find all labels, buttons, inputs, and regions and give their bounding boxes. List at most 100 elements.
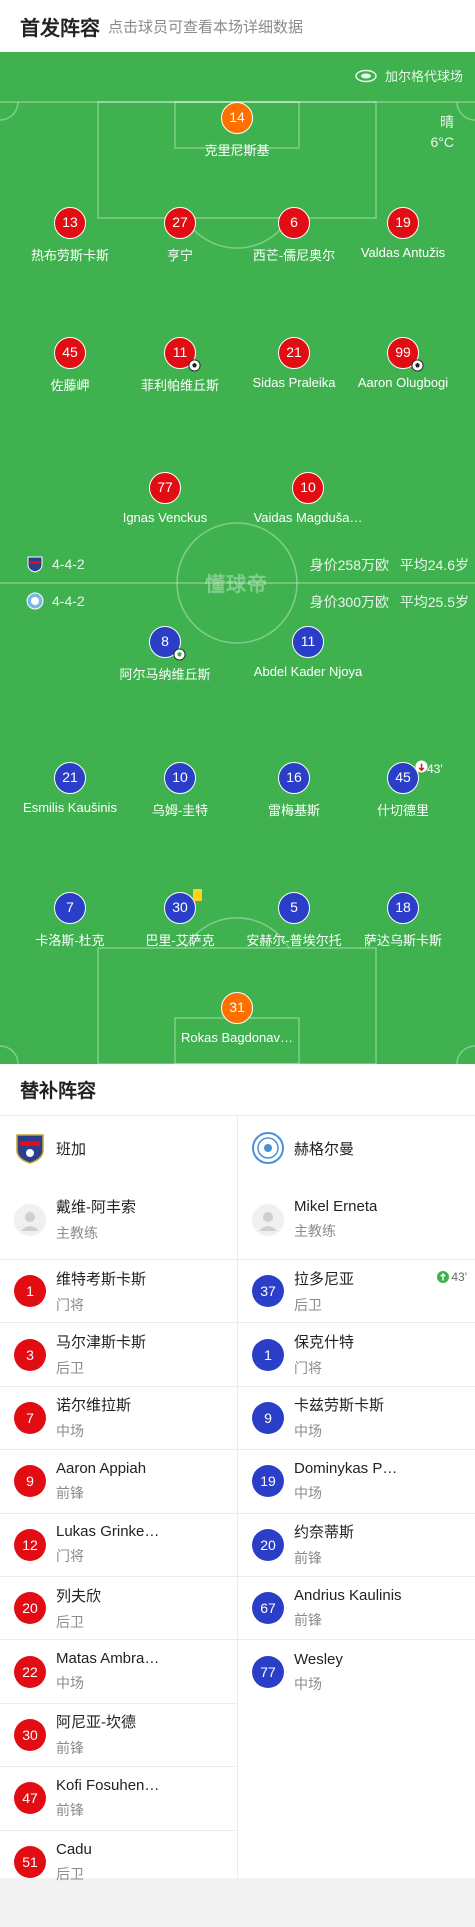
home-sub-row[interactable]: 12 Lukas Grinke… 门将 xyxy=(0,1514,237,1577)
away-coach[interactable]: Mikel Erneta 主教练 xyxy=(238,1180,475,1260)
coach-role: 主教练 xyxy=(56,1225,98,1241)
pitch-player-away[interactable]: 7 卡洛斯-杜克 xyxy=(10,892,130,949)
sub-number: 1 xyxy=(252,1338,284,1371)
sub-position: 中场 xyxy=(294,1484,322,1501)
away-sub-row[interactable]: 1 保克什特 门将 xyxy=(238,1323,475,1387)
sub-number: 7 xyxy=(14,1401,46,1434)
pitch-player-away[interactable]: 10 乌姆-圭特 xyxy=(120,762,240,819)
sub-position: 中场 xyxy=(56,1675,84,1692)
pitch-player-away[interactable]: 30 巴里-艾萨克 xyxy=(120,889,240,949)
pitch-player-away[interactable]: 5 安赫尔-普埃尔托 xyxy=(234,892,354,949)
sub-name: Aaron Appiah xyxy=(56,1459,147,1477)
sub-name: Cadu xyxy=(56,1840,92,1858)
sub-name: Matas Ambra… xyxy=(56,1650,160,1668)
pitch-player-home[interactable]: 21 Sidas Praleika xyxy=(234,337,354,390)
sub-position: 后卫 xyxy=(56,1865,84,1882)
player-name: Abdel Kader Njoya xyxy=(253,664,363,679)
home-bench: 班加 戴维-阿丰索 主教练 1 维特考斯卡斯 门将 3 马尔津斯卡斯 后卫 7 诺尔… xyxy=(0,1116,237,1894)
player-name: 什切德里 xyxy=(376,803,429,818)
sub-position: 后卫 xyxy=(294,1296,322,1313)
home-squad-value: 身价258万欧 xyxy=(309,557,389,573)
home-sub-row[interactable]: 51 Cadu 后卫 xyxy=(0,1831,237,1894)
player-number-badge: 11 xyxy=(164,337,201,372)
away-sub-row[interactable]: 77 Wesley 中场 xyxy=(238,1640,475,1703)
home-sub-row[interactable]: 47 Kofi Fosuhen… 前锋 xyxy=(0,1767,237,1831)
player-number: 18 xyxy=(387,892,419,924)
home-sub-row[interactable]: 3 马尔津斯卡斯 后卫 xyxy=(0,1323,237,1387)
sub-number: 37 xyxy=(252,1275,284,1308)
sub-name: 诺尔维拉斯 xyxy=(56,1397,132,1415)
pitch-player-home[interactable]: 10 Vaidas Magduša… xyxy=(248,472,368,525)
player-name: 亨宁 xyxy=(166,248,193,263)
player-name: 乌姆-圭特 xyxy=(151,803,209,818)
home-sub-row[interactable]: 22 Matas Ambra… 中场 xyxy=(0,1640,237,1704)
player-name: Aaron Olugbogi xyxy=(357,375,449,390)
sub-name: 阿尼亚-坎德 xyxy=(56,1714,136,1732)
sub-name: 保克什特 xyxy=(294,1334,355,1352)
player-name: 巴里-艾萨克 xyxy=(145,933,215,948)
player-number: 6 xyxy=(278,207,310,239)
away-team-header[interactable]: 赫格尔曼 xyxy=(238,1116,475,1180)
sub-name: 拉多尼亚 xyxy=(294,1270,355,1288)
sub-position: 门将 xyxy=(56,1296,84,1313)
pitch-player-away[interactable]: 21 Esmilis Kaušinis xyxy=(10,762,130,815)
player-number: 77 xyxy=(149,472,181,504)
away-sub-row[interactable]: 9 卡兹劳斯卡斯 中场 xyxy=(238,1387,475,1451)
home-team-badge-icon xyxy=(27,556,43,573)
home-sub-row[interactable]: 7 诺尔维拉斯 中场 xyxy=(0,1387,237,1451)
home-coach[interactable]: 戴维-阿丰索 主教练 xyxy=(0,1180,237,1260)
pitch-player-away[interactable]: 45 43' 什切德里 xyxy=(343,760,463,819)
pitch-player-home[interactable]: 99 Aaron Olugbogi xyxy=(343,337,463,390)
player-number: 13 xyxy=(54,207,86,239)
coach-avatar-icon xyxy=(14,1203,46,1236)
pitch-player-home[interactable]: 19 Valdas Antužis xyxy=(343,207,463,260)
player-number: 45 xyxy=(395,769,411,785)
pitch-player-away[interactable]: 16 雷梅基斯 xyxy=(234,762,354,819)
player-name: 菲利帕维丘斯 xyxy=(140,378,219,393)
pitch-player-home[interactable]: 77 Ignas Venckus xyxy=(105,472,225,525)
away-sub-row[interactable]: 67 Andrius Kaulinis 前锋 xyxy=(238,1577,475,1641)
player-number: 14 xyxy=(221,102,253,134)
sub-position: 前锋 xyxy=(56,1740,84,1757)
home-team-header[interactable]: 班加 xyxy=(0,1116,237,1180)
sub-name: 马尔津斯卡斯 xyxy=(56,1334,147,1352)
sub-number: 9 xyxy=(14,1465,46,1498)
sub-on-icon xyxy=(437,1271,450,1283)
home-sub-row[interactable]: 30 阿尼亚-坎德 前锋 xyxy=(0,1704,237,1768)
sub-position: 中场 xyxy=(294,1675,322,1692)
player-name: Esmilis Kaušinis xyxy=(23,800,117,815)
away-sub-row[interactable]: 19 Dominykas P… 中场 xyxy=(238,1450,475,1514)
away-sub-row[interactable]: 37 拉多尼亚 后卫 43' xyxy=(238,1260,475,1324)
pitch-player-away[interactable]: 11 Abdel Kader Njoya xyxy=(248,626,368,679)
pitch-player-home[interactable]: 45 佐藤岬 xyxy=(10,337,130,394)
home-team-name: 班加 xyxy=(56,1140,87,1158)
goal-ball-icon xyxy=(188,359,201,372)
player-number: 5 xyxy=(278,892,310,924)
player-number: 99 xyxy=(395,344,411,360)
pitch-player-home[interactable]: 6 西芒-儒尼奥尔 xyxy=(234,207,354,264)
sub-position: 前锋 xyxy=(56,1801,84,1818)
pitch-player-away[interactable]: 8 阿尔马纳维丘斯 xyxy=(105,626,225,683)
pitch-player-home[interactable]: 13 热布劳斯卡斯 xyxy=(10,207,130,264)
home-sub-row[interactable]: 9 Aaron Appiah 前锋 xyxy=(0,1450,237,1514)
sub-position: 前锋 xyxy=(56,1484,84,1501)
pitch-player-home-gk[interactable]: 14 克里尼斯基 xyxy=(177,102,297,159)
away-bench: 赫格尔曼 Mikel Erneta 主教练 37 拉多尼亚 后卫 43' 1 保… xyxy=(238,1116,475,1704)
home-sub-row[interactable]: 1 维特考斯卡斯 门将 xyxy=(0,1260,237,1324)
player-name: Rokas Bagdonav… xyxy=(180,1030,293,1045)
pitch-player-home[interactable]: 27 亨宁 xyxy=(120,207,240,264)
pitch-player-home[interactable]: 11 菲利帕维丘斯 xyxy=(120,337,240,394)
coach-name: Mikel Erneta xyxy=(294,1198,378,1215)
bench-title: 替补阵容 xyxy=(0,1064,475,1116)
sub-position: 前锋 xyxy=(294,1550,322,1567)
coach-name: 戴维-阿丰索 xyxy=(56,1199,136,1216)
player-name: 佐藤岬 xyxy=(50,378,90,393)
home-formation: 4-4-2 xyxy=(52,556,85,572)
sub-position: 后卫 xyxy=(56,1360,84,1377)
away-sub-row[interactable]: 20 约奈蒂斯 前锋 xyxy=(238,1514,475,1577)
player-number: 19 xyxy=(387,207,419,239)
pitch-player-away-gk[interactable]: 31 Rokas Bagdonav… xyxy=(177,992,297,1045)
home-sub-row[interactable]: 20 列夫欣 后卫 xyxy=(0,1577,237,1641)
pitch-player-away[interactable]: 18 萨达乌斯卡斯 xyxy=(343,892,463,949)
sub-number: 1 xyxy=(14,1275,46,1308)
